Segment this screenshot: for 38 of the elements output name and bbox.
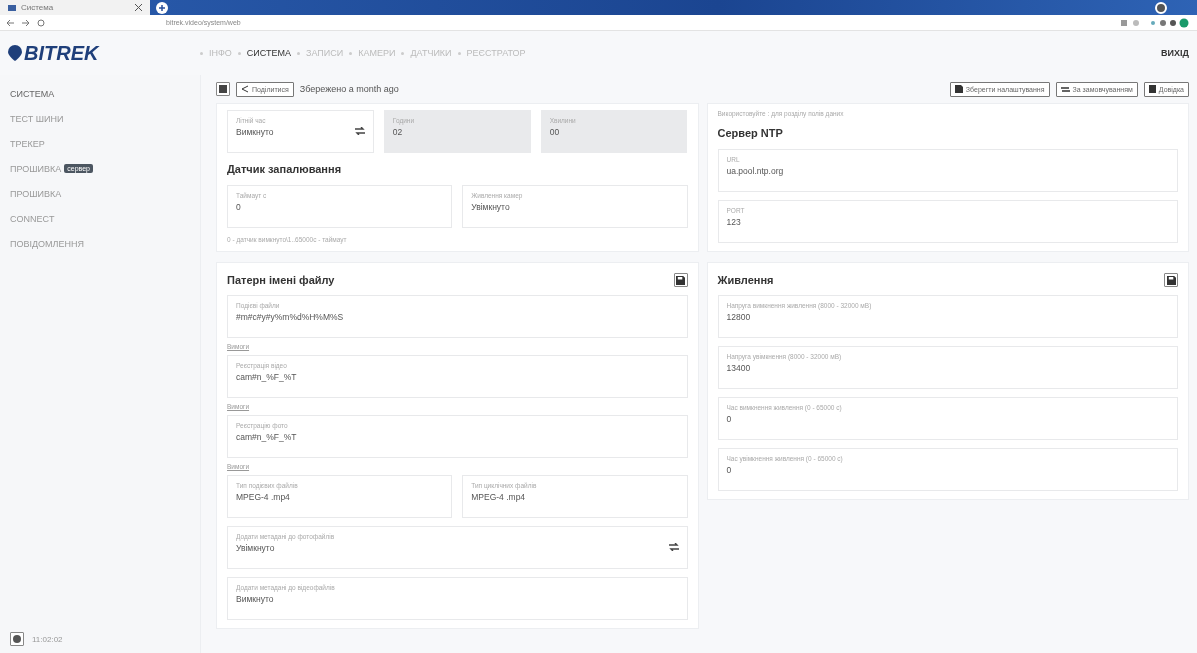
navigation-icon[interactable] (6, 18, 46, 27)
arrows-icon (1060, 85, 1070, 93)
separator-dot (401, 51, 405, 55)
logo-pin-icon (8, 45, 22, 61)
separator-dot (200, 51, 203, 55)
floppy-icon (954, 85, 963, 93)
save-card-button[interactable] (1164, 273, 1178, 287)
section-heading: Датчик запалювання (227, 162, 343, 177)
separator-dot (457, 51, 461, 55)
book-icon (1148, 85, 1156, 93)
select-arrows-icon (354, 127, 365, 135)
separator-dot (237, 51, 241, 55)
saved-status: Збережено a month ago (299, 84, 399, 94)
select-arrows-icon (668, 543, 679, 551)
floppy-icon (1166, 275, 1176, 285)
logo: BITREK (8, 41, 200, 65)
menu-button[interactable] (216, 82, 230, 96)
circle-icon (13, 635, 21, 643)
square-icon (219, 85, 227, 93)
section-heading: Сервер NTP (717, 126, 784, 141)
save-card-button[interactable] (673, 273, 688, 287)
clock-time: 11:02:02 (32, 634, 63, 644)
sidebar-item[interactable]: СИСТЕМА (10, 88, 55, 99)
clock-button[interactable] (10, 632, 24, 646)
floppy-icon (676, 275, 685, 285)
separator-dot (349, 51, 353, 55)
card-title: Живлення (717, 274, 774, 286)
logout-link[interactable]: ВИХІД (1161, 48, 1189, 58)
separator-dot (297, 51, 300, 55)
nav-tab[interactable]: СИСТЕМА (246, 48, 291, 58)
browser-tab[interactable]: Система (0, 0, 150, 15)
profile-icon[interactable] (1155, 1, 1167, 14)
new-tab-icon[interactable] (156, 1, 168, 14)
card-title: Патерн імені файлу (227, 274, 335, 286)
extensions-icon[interactable] (1121, 17, 1191, 28)
favicon-icon (8, 4, 16, 11)
close-icon[interactable] (135, 4, 142, 11)
share-icon (241, 85, 249, 93)
